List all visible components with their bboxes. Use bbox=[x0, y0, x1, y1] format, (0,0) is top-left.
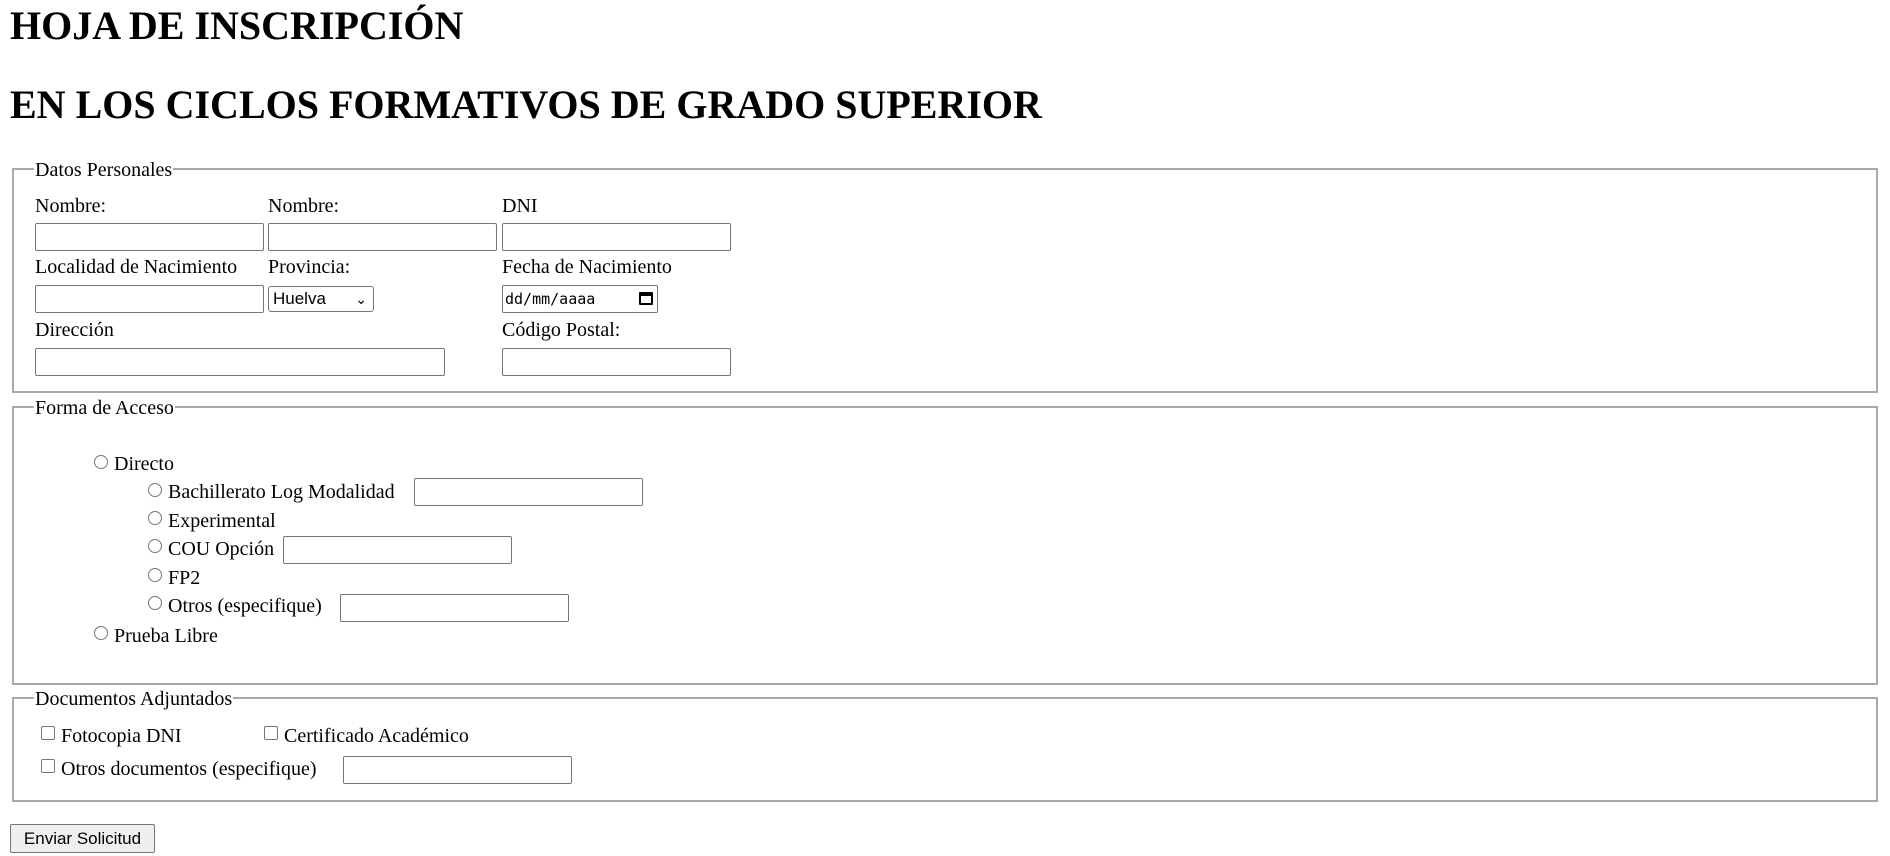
fecha-nacimiento-input[interactable]: dd/mm/aaaa bbox=[502, 285, 658, 313]
direccion-label: Dirección bbox=[35, 319, 114, 341]
nombre-label: Nombre: bbox=[35, 195, 107, 217]
bachillerato-input[interactable] bbox=[414, 478, 643, 506]
cou-input[interactable] bbox=[283, 536, 512, 564]
dni-input[interactable] bbox=[502, 223, 731, 251]
provincia-label: Provincia: bbox=[268, 256, 351, 278]
provincia-select[interactable]: Huelva ⌄ bbox=[268, 286, 374, 312]
submit-button[interactable]: Enviar Solicitud bbox=[10, 824, 155, 853]
otros-documentos-input[interactable] bbox=[343, 756, 572, 784]
codigo-postal-input[interactable] bbox=[502, 348, 731, 376]
experimental-radio[interactable] bbox=[148, 511, 162, 525]
access-fieldset: Forma de Acceso Directo Bachillerato Log… bbox=[12, 396, 1878, 685]
calendar-icon[interactable] bbox=[639, 292, 653, 305]
page-title: HOJA DE INSCRIPCIÓN bbox=[10, 3, 464, 48]
page-subtitle: EN LOS CICLOS FORMATIVOS DE GRADO SUPERI… bbox=[10, 82, 1042, 127]
experimental-label: Experimental bbox=[168, 510, 276, 532]
dni-label: DNI bbox=[502, 195, 538, 217]
personal-data-legend: Datos Personales bbox=[34, 158, 174, 182]
codigo-postal-label: Código Postal: bbox=[502, 319, 621, 341]
personal-data-fieldset: Datos Personales Nombre: Nombre: DNI Loc… bbox=[12, 158, 1878, 393]
chevron-down-icon: ⌄ bbox=[355, 291, 367, 307]
directo-label: Directo bbox=[114, 453, 174, 475]
nombre2-label: Nombre: bbox=[268, 195, 340, 217]
otros-input[interactable] bbox=[340, 594, 569, 622]
nombre-input[interactable] bbox=[35, 223, 264, 251]
cou-radio[interactable] bbox=[148, 539, 162, 553]
certificado-checkbox[interactable] bbox=[264, 726, 278, 740]
documents-legend: Documentos Adjuntados bbox=[34, 687, 234, 711]
otros-radio[interactable] bbox=[148, 596, 162, 610]
otros-documentos-label: Otros documentos (especifique) bbox=[61, 758, 317, 780]
fp2-radio[interactable] bbox=[148, 568, 162, 582]
prueba-libre-label: Prueba Libre bbox=[114, 625, 218, 647]
localidad-input[interactable] bbox=[35, 285, 264, 313]
access-legend: Forma de Acceso bbox=[34, 396, 175, 420]
localidad-label: Localidad de Nacimiento bbox=[35, 256, 238, 278]
documents-fieldset: Documentos Adjuntados Fotocopia DNI Cert… bbox=[12, 687, 1878, 802]
provincia-value: Huelva bbox=[273, 289, 326, 308]
cou-label: COU Opción bbox=[168, 538, 275, 560]
bachillerato-radio[interactable] bbox=[148, 483, 162, 497]
directo-radio[interactable] bbox=[94, 455, 108, 469]
fp2-label: FP2 bbox=[168, 567, 201, 589]
direccion-input[interactable] bbox=[35, 348, 445, 376]
fecha-label: Fecha de Nacimiento bbox=[502, 256, 672, 278]
otros-documentos-checkbox[interactable] bbox=[41, 759, 55, 773]
nombre2-input[interactable] bbox=[268, 223, 497, 251]
prueba-libre-radio[interactable] bbox=[94, 626, 108, 640]
fotocopia-dni-checkbox[interactable] bbox=[41, 726, 55, 740]
bachillerato-label: Bachillerato Log Modalidad bbox=[168, 481, 395, 503]
fotocopia-dni-label: Fotocopia DNI bbox=[61, 725, 182, 747]
certificado-label: Certificado Académico bbox=[284, 725, 469, 747]
otros-label: Otros (especifique) bbox=[168, 595, 322, 617]
fecha-placeholder: dd/mm/aaaa bbox=[505, 290, 596, 308]
